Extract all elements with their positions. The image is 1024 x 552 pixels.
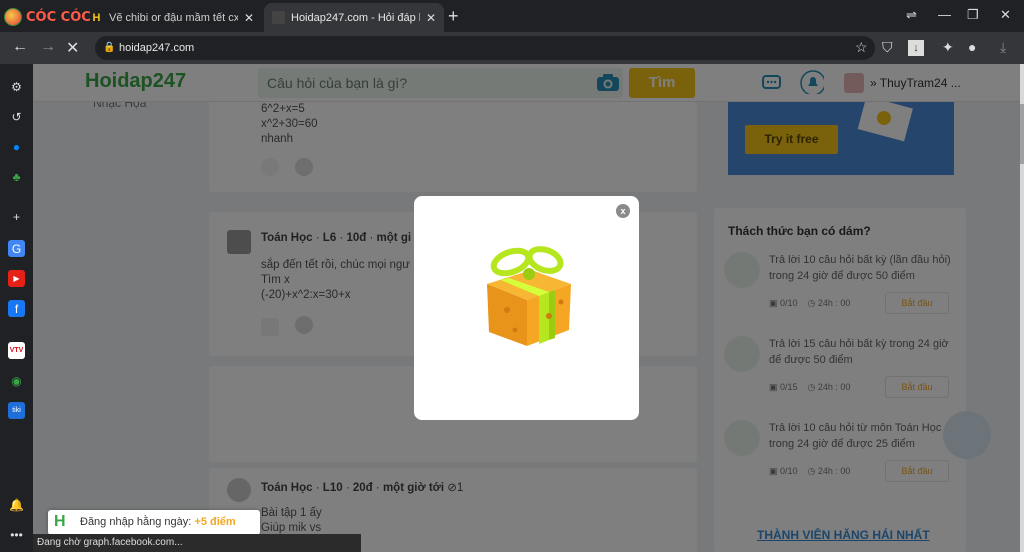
tab-title: Hoidap247.com - Hỏi đáp bài (291, 11, 420, 24)
back-icon[interactable]: ← (12, 38, 28, 56)
page-favicon-icon (272, 11, 285, 24)
scrollbar[interactable] (1020, 64, 1024, 552)
settings-icon[interactable]: ⚙ (8, 78, 25, 95)
hoidap-logo-icon: H (54, 513, 66, 530)
scrollbar-thumb[interactable] (1020, 104, 1024, 164)
browser-toolbar: ← → ✕ 🔒 hoidap247.com ☆ ⛉ ↓ ✦ ● ⤓ (0, 32, 1024, 64)
youtube-icon[interactable]: ▶ (8, 270, 25, 287)
restore-icon[interactable]: ❐ (967, 7, 979, 23)
vtv-icon[interactable]: VTV (8, 342, 25, 359)
hoidap-favicon-icon: H (92, 11, 101, 24)
game-icon[interactable]: ♣ (8, 168, 25, 185)
tiki-icon[interactable]: tiki (8, 402, 25, 419)
status-bar: Đang chờ graph.facebook.com... (33, 534, 361, 552)
extensions-icon[interactable]: ✦ (942, 39, 954, 56)
history-icon[interactable]: ↺ (8, 108, 25, 125)
shield-icon[interactable]: ⛉ (882, 39, 893, 56)
lock-icon: 🔒 (103, 42, 116, 53)
browser-tab[interactable]: H Vẽ chibi or đậu mầm tết cx đc ✕ (82, 3, 262, 32)
new-tab-icon[interactable]: + (448, 6, 459, 27)
browser-tab-active[interactable]: Hoidap247.com - Hỏi đáp bài ✕ (264, 3, 444, 32)
app-icon[interactable]: ◉ (8, 372, 25, 389)
download-icon[interactable]: ⤓ (1000, 39, 1006, 56)
stop-loading-icon[interactable]: ✕ (66, 38, 79, 58)
tab-close-icon[interactable]: ✕ (244, 11, 254, 25)
add-app-icon[interactable]: + (8, 208, 25, 225)
forward-icon[interactable]: → (40, 38, 56, 56)
browser-tabbar: CÓC CÓC H Vẽ chibi or đậu mầm tết cx đc … (0, 0, 1024, 32)
address-bar[interactable]: 🔒 hoidap247.com (95, 36, 875, 60)
more-icon[interactable]: ••• (8, 526, 25, 543)
coccoc-logo-icon (4, 8, 22, 26)
close-window-icon[interactable]: ✕ (1000, 7, 1011, 23)
gift-modal: x (414, 196, 639, 420)
facebook-icon[interactable]: f (8, 300, 25, 317)
gift-box-icon (487, 246, 571, 346)
translate-icon[interactable]: G (8, 240, 25, 257)
coccoc-menu-button[interactable]: CÓC CÓC (4, 7, 91, 27)
notification-bell-icon[interactable]: 🔔 (8, 496, 25, 513)
minimize-icon[interactable]: — (938, 7, 951, 22)
bookmark-star-icon[interactable]: ☆ (855, 39, 868, 56)
daily-login-toast[interactable]: H Đăng nhập hằng ngày: +5 điểm (48, 510, 260, 535)
download-box-icon[interactable]: ↓ (908, 40, 924, 56)
profile-icon[interactable]: ● (968, 39, 976, 55)
tab-search-icon[interactable]: ⇌ (906, 7, 917, 23)
close-icon[interactable]: x (616, 204, 630, 218)
tab-title: Vẽ chibi or đậu mầm tết cx đc (109, 11, 238, 24)
tab-close-icon[interactable]: ✕ (426, 11, 436, 25)
messenger-icon[interactable]: ● (8, 138, 25, 155)
browser-sidebar: ⚙ ↺ ● ♣ + G ▶ f VTV ◉ tiki 🔔 ••• (0, 64, 33, 552)
url-text: hoidap247.com (119, 42, 195, 54)
